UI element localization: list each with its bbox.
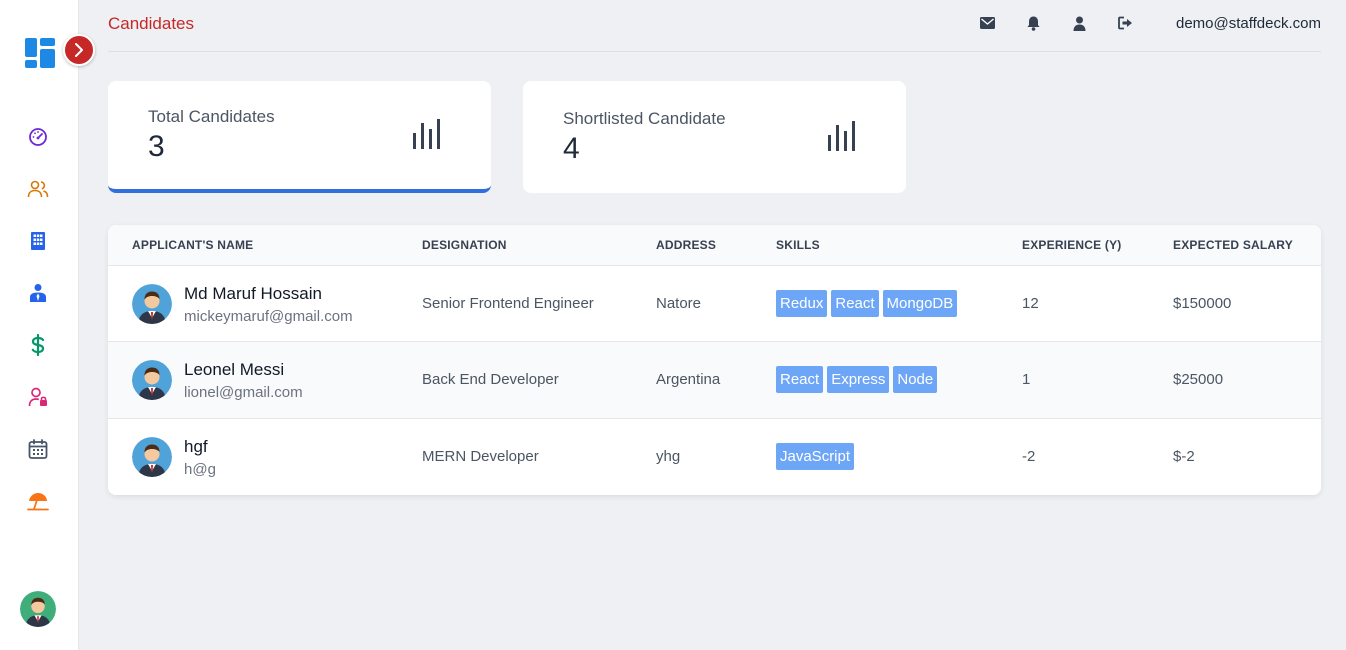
candidate-designation: MERN Developer (422, 448, 539, 465)
calendar-icon (28, 439, 48, 459)
candidate-expected-salary: $-2 (1173, 448, 1195, 465)
table-row[interactable]: Md Maruf Hossain mickeymaruf@gmail.com S… (108, 265, 1321, 342)
mail-icon[interactable] (979, 15, 995, 31)
stat-label: Total Candidates (148, 107, 275, 126)
candidate-address: Natore (656, 295, 702, 312)
sidebar-item-user-access[interactable] (27, 386, 49, 408)
sidebar-item-company[interactable] (27, 230, 49, 252)
candidate-email: h@g (184, 461, 216, 478)
stat-card-total-candidates[interactable]: Total Candidates 3 (108, 81, 491, 193)
column-header-designation[interactable]: DESIGNATION (422, 238, 507, 252)
skill-badge: Node (893, 366, 938, 393)
sidebar-item-payroll[interactable] (27, 334, 49, 356)
sidebar-item-employees[interactable] (27, 282, 49, 304)
skills-list: Redux React MongoDB (776, 290, 958, 317)
building-icon (31, 232, 45, 250)
candidate-email: lionel@gmail.com (184, 384, 303, 401)
sidebar (0, 0, 95, 650)
skill-badge: React (831, 290, 879, 317)
candidate-experience: 1 (1022, 371, 1031, 388)
column-header-address[interactable]: ADDRESS (656, 238, 716, 252)
column-header-skills[interactable]: SKILLS (776, 238, 820, 252)
sidebar-item-calendar[interactable] (27, 438, 49, 460)
candidate-address: Argentina (656, 371, 721, 388)
candidate-avatar (132, 360, 172, 400)
column-header-experience[interactable]: EXPERIENCE (Y) (1022, 238, 1122, 252)
bar-chart-icon (828, 121, 855, 151)
page-title: Candidates (108, 14, 195, 33)
sidebar-item-dashboard[interactable] (27, 126, 49, 148)
stat-value: 4 (563, 132, 580, 165)
candidate-name: hgf (184, 437, 208, 456)
table-header: APPLICANT'S NAME DESIGNATION ADDRESS SKI… (108, 225, 1321, 265)
chevron-right-icon (75, 43, 83, 57)
candidate-address: yhg (656, 448, 681, 465)
candidate-expected-salary: $150000 (1173, 295, 1232, 312)
user-icon[interactable] (1071, 15, 1087, 31)
user-lock-icon (28, 387, 47, 407)
candidate-name: Md Maruf Hossain (184, 284, 322, 303)
sidebar-toggle-button[interactable] (63, 34, 95, 66)
candidate-experience: -2 (1022, 448, 1036, 465)
candidate-email: mickeymaruf@gmail.com (184, 308, 353, 325)
skill-badge: JavaScript (776, 443, 855, 470)
column-header-name[interactable]: APPLICANT'S NAME (132, 238, 253, 252)
gauge-icon (29, 128, 47, 146)
candidates-table: APPLICANT'S NAME DESIGNATION ADDRESS SKI… (108, 225, 1321, 495)
skill-badge: Express (827, 366, 890, 393)
profile-avatar[interactable] (20, 591, 56, 627)
employee-icon (30, 284, 46, 302)
candidate-designation: Back End Developer (422, 371, 559, 388)
dollar-icon (31, 334, 45, 356)
umbrella-icon (27, 492, 49, 511)
sidebar-item-candidates[interactable] (27, 178, 49, 200)
column-header-expected-salary[interactable]: EXPECTED SALARY (1173, 238, 1293, 252)
skill-badge: MongoDB (882, 290, 958, 317)
stat-value: 3 (148, 130, 165, 163)
candidate-designation: Senior Frontend Engineer (422, 295, 594, 312)
user-email[interactable]: demo@staffdeck.com (1176, 15, 1321, 32)
skill-badge: React (776, 366, 824, 393)
top-bar: Candidates demo@staffdeck.com (108, 0, 1321, 52)
candidate-expected-salary: $25000 (1173, 371, 1224, 388)
skill-badge: Redux (776, 290, 828, 317)
table-row[interactable]: hgf h@g MERN Developer yhg JavaScript -2… (108, 418, 1321, 495)
candidate-name: Leonel Messi (184, 360, 285, 379)
sidebar-item-holidays[interactable] (27, 490, 49, 512)
candidate-avatar (132, 437, 172, 477)
skills-list: React Express Node (776, 366, 938, 393)
table-row[interactable]: Leonel Messi lionel@gmail.com Back End D… (108, 341, 1321, 418)
stat-label: Shortlisted Candidate (563, 109, 726, 128)
candidate-avatar (132, 284, 172, 324)
bar-chart-icon (413, 119, 440, 149)
logout-icon[interactable] (1117, 15, 1133, 31)
candidate-experience: 12 (1022, 295, 1039, 312)
skills-list: JavaScript (776, 443, 855, 470)
stat-card-shortlisted-candidate[interactable]: Shortlisted Candidate 4 (523, 81, 906, 193)
bell-icon[interactable] (1025, 15, 1041, 31)
dashboard-logo-icon[interactable] (25, 38, 55, 68)
users-icon (27, 180, 49, 198)
